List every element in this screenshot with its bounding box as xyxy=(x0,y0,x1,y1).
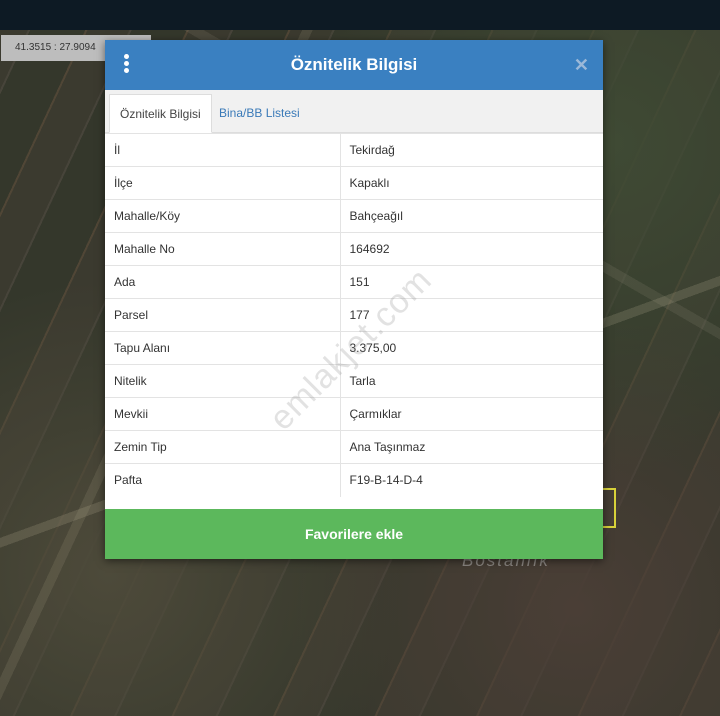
table-row: Tapu Alanı 3.375,00 xyxy=(105,331,603,365)
table-row: Ada 151 xyxy=(105,265,603,299)
attribute-key: Zemin Tip xyxy=(105,430,341,464)
attribute-key: Mahalle/Köy xyxy=(105,199,341,233)
attribute-key: İl xyxy=(105,133,341,167)
table-row: İlçe Kapaklı xyxy=(105,166,603,200)
table-row: Mahalle No 164692 xyxy=(105,232,603,266)
top-bar xyxy=(0,0,720,30)
attribute-key: Parsel xyxy=(105,298,341,332)
attribute-value: 151 xyxy=(340,265,603,299)
attribute-value: Tarla xyxy=(340,364,603,398)
attribute-value: Tekirdağ xyxy=(340,133,603,167)
attribute-key: Ada xyxy=(105,265,341,299)
attribute-key: Nitelik xyxy=(105,364,341,398)
attribute-key: İlçe xyxy=(105,166,341,200)
table-row: Nitelik Tarla xyxy=(105,364,603,398)
attribute-value: 164692 xyxy=(340,232,603,266)
table-row: Pafta F19-B-14-D-4 xyxy=(105,463,603,497)
attribute-value: F19-B-14-D-4 xyxy=(340,463,603,497)
table-row: Mevkii Çarmıklar xyxy=(105,397,603,431)
dialog-tabs: Öznitelik Bilgisi Bina/BB Listesi xyxy=(105,90,603,133)
attribute-dialog: Öznitelik Bilgisi ✕ Öznitelik Bilgisi Bi… xyxy=(105,40,603,559)
attribute-value: 177 xyxy=(340,298,603,332)
attribute-key: Pafta xyxy=(105,463,341,497)
attribute-value: 3.375,00 xyxy=(340,331,603,365)
table-row: İl Tekirdağ xyxy=(105,133,603,167)
attribute-key: Tapu Alanı xyxy=(105,331,341,365)
attribute-key: Mahalle No xyxy=(105,232,341,266)
attribute-value: Çarmıklar xyxy=(340,397,603,431)
add-to-favorites-button[interactable]: Favorilere ekle xyxy=(105,509,603,559)
tab-attribute-info[interactable]: Öznitelik Bilgisi xyxy=(109,94,212,133)
attribute-table: İl Tekirdağ İlçe Kapaklı Mahalle/Köy Bahçeağı… xyxy=(105,133,603,497)
close-icon[interactable]: ✕ xyxy=(574,54,589,76)
dialog-title: Öznitelik Bilgisi xyxy=(290,55,418,74)
table-row: Mahalle/Köy Bahçeağıl xyxy=(105,199,603,233)
attribute-key: Mevkii xyxy=(105,397,341,431)
table-row: Zemin Tip Ana Taşınmaz xyxy=(105,430,603,464)
attribute-value: Kapaklı xyxy=(340,166,603,200)
table-row: Parsel 177 xyxy=(105,298,603,332)
attribute-value: Bahçeağıl xyxy=(340,199,603,233)
tab-building-list[interactable]: Bina/BB Listesi xyxy=(209,94,310,132)
dialog-header: Öznitelik Bilgisi ✕ xyxy=(105,40,603,90)
attribute-value: Ana Taşınmaz xyxy=(340,430,603,464)
